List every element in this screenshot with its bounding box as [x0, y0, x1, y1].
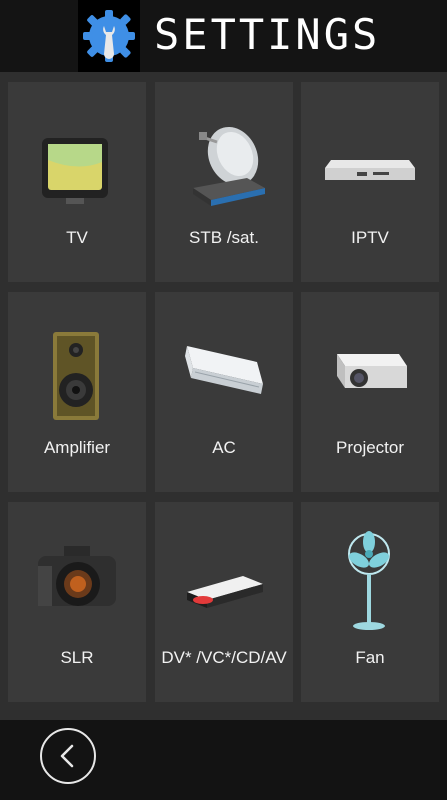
page-title: SETTINGS: [154, 10, 381, 59]
back-button[interactable]: [40, 728, 96, 784]
fan-icon: [348, 531, 390, 630]
device-label: Amplifier: [43, 438, 111, 457]
device-label: TV: [66, 228, 88, 247]
satellite-dish-icon: [193, 126, 265, 206]
device-label: DV* /VC*/CD/AV: [161, 648, 287, 667]
device-tile-amplifier[interactable]: Amplifier: [8, 292, 146, 492]
device-tile-tv[interactable]: TV: [8, 82, 146, 282]
camera-icon: [38, 546, 116, 606]
device-label: SLR: [60, 648, 94, 667]
device-tile-fan[interactable]: Fan: [301, 502, 439, 702]
tv-icon: [42, 138, 108, 204]
projector-icon: [337, 354, 407, 388]
device-tile-projector[interactable]: Projector: [301, 292, 439, 492]
device-label: STB /sat.: [189, 228, 259, 247]
settings-logo: [78, 0, 140, 72]
device-tile-ac[interactable]: AC: [155, 292, 293, 492]
device-tile-dv[interactable]: DV* /VC*/CD/AV: [155, 502, 293, 702]
header-bar: SETTINGS: [0, 0, 447, 72]
device-grid: TV STB /sat. IPTV Amplifier AC Projector…: [0, 72, 447, 720]
device-label: AC: [212, 438, 236, 457]
air-conditioner-icon: [185, 346, 263, 394]
device-tile-iptv[interactable]: IPTV: [301, 82, 439, 282]
footer-bar: [0, 720, 447, 800]
speaker-icon: [53, 332, 99, 420]
gear-wrench-icon: [83, 10, 135, 62]
device-tile-stb[interactable]: STB /sat.: [155, 82, 293, 282]
device-tile-slr[interactable]: SLR: [8, 502, 146, 702]
device-label: IPTV: [351, 228, 389, 247]
iptv-box-icon: [325, 160, 415, 180]
chevron-left-icon: [60, 744, 74, 768]
device-label: Fan: [355, 648, 385, 667]
device-label: Projector: [335, 438, 405, 457]
disc-player-icon: [187, 576, 263, 608]
